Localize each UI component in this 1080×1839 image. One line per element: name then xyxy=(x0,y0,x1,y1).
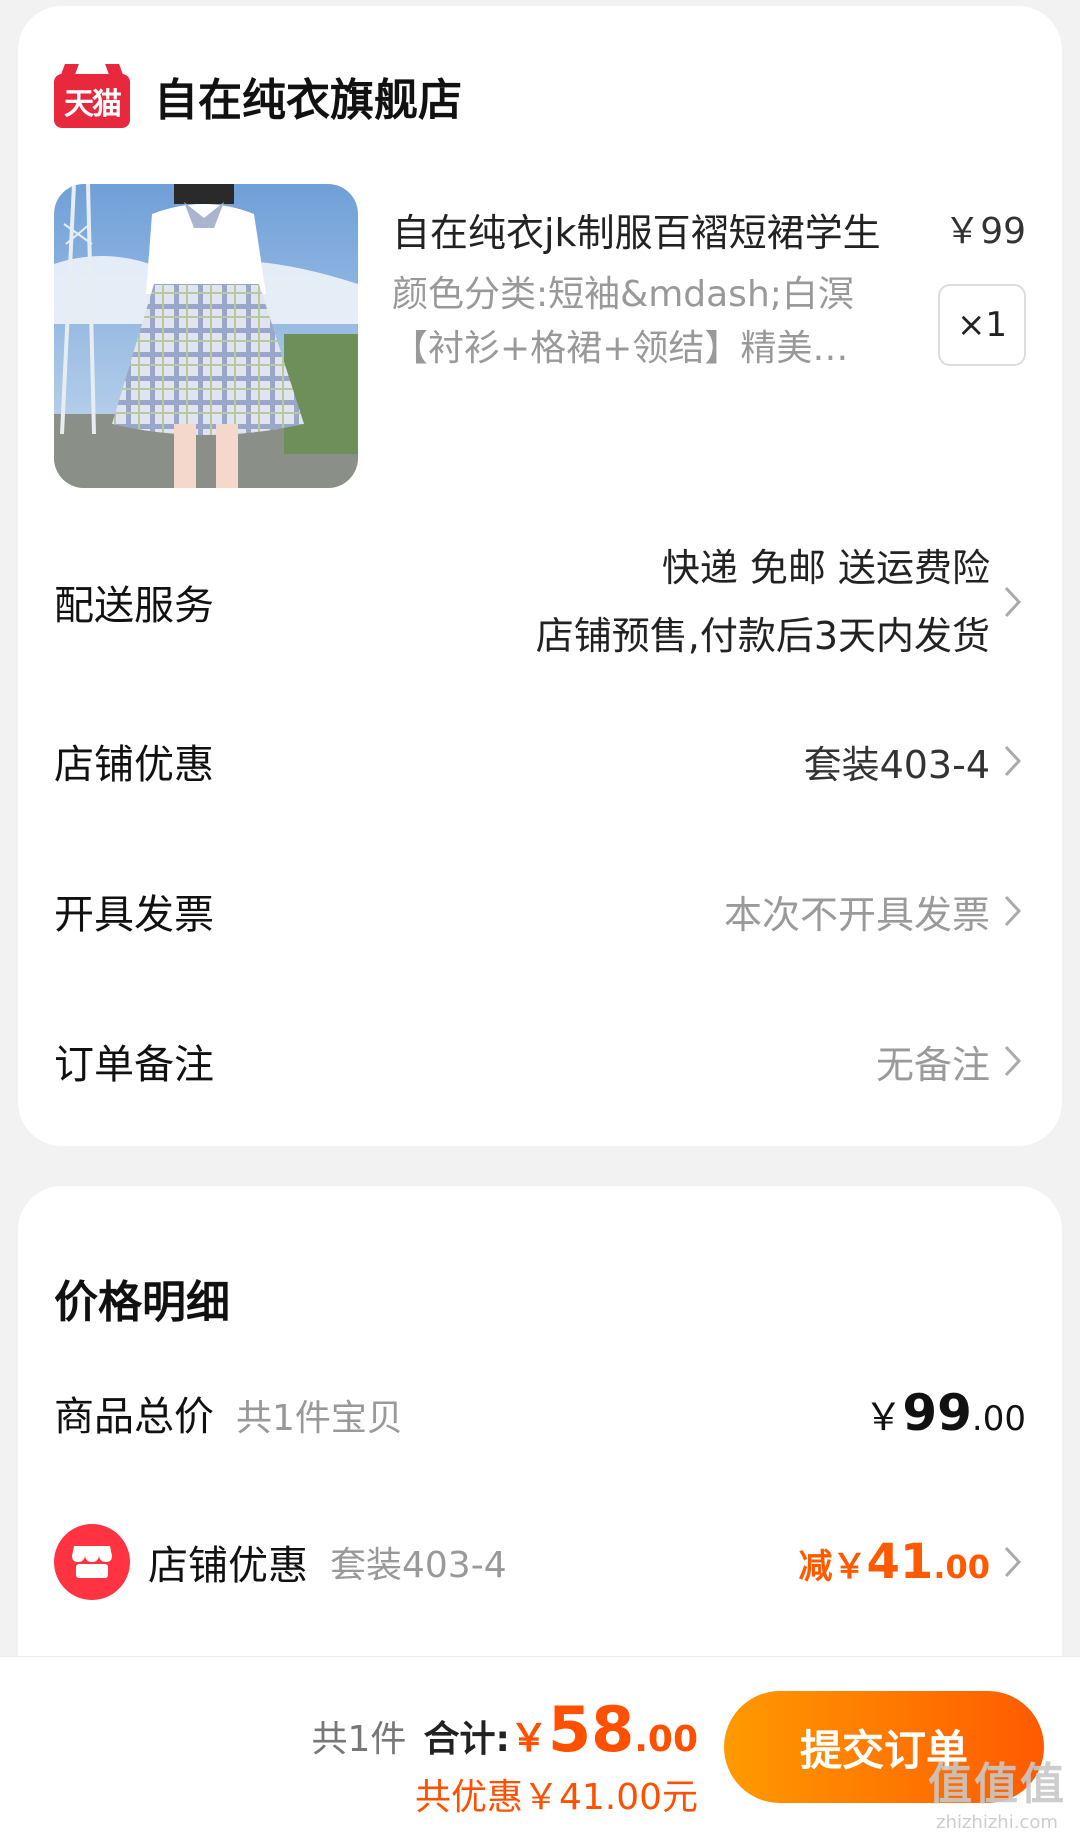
product-title[interactable]: 自在纯衣jk制服百褶短裙学生 xyxy=(392,202,881,257)
item-count: 共1件 xyxy=(311,1719,407,1760)
delivery-line2: 店铺预售,付款后3天内发货 xyxy=(535,614,990,658)
chevron-right-icon xyxy=(1000,1542,1026,1582)
invoice-label: 开具发票 xyxy=(54,892,214,938)
tmall-badge-text: 天猫 xyxy=(54,74,130,128)
invoice-row[interactable]: 开具发票 本次不开具发票 xyxy=(54,882,1026,940)
order-note-row[interactable]: 订单备注 无备注 xyxy=(54,1032,1026,1090)
delivery-line1: 快递 免邮 送运费险 xyxy=(661,546,990,590)
saved-amount: 共优惠￥41.00元 xyxy=(414,1777,698,1818)
total-integer: 58 xyxy=(547,1693,635,1766)
goods-count: 共1件宝贝 xyxy=(236,1398,403,1439)
watermark: 值值值 zhizhizhi.com xyxy=(928,1759,1066,1833)
delivery-row[interactable]: 配送服务 快递 免邮 送运费险 店铺预售,付款后3天内发货 xyxy=(54,534,1026,670)
store-header[interactable]: 天猫 自在纯衣旗舰店 xyxy=(54,64,462,128)
total-label: 合计: xyxy=(423,1719,510,1760)
discount-label: 店铺优惠 xyxy=(148,1543,308,1589)
total-currency: ￥ xyxy=(509,1716,548,1760)
delivery-info: 快递 免邮 送运费险 店铺预售,付款后3天内发货 xyxy=(536,534,990,670)
invoice-value: 本次不开具发票 xyxy=(723,892,990,937)
price-detail-title: 价格明细 xyxy=(54,1277,230,1328)
order-note-value: 无备注 xyxy=(875,1042,990,1087)
shop-icon xyxy=(54,1524,130,1600)
order-note-label: 订单备注 xyxy=(54,1042,214,1088)
discount-detail-row[interactable]: 店铺优惠 套装403-4 减￥41.00 xyxy=(54,1524,1026,1600)
shop-discount-row[interactable]: 店铺优惠 套装403-4 xyxy=(54,732,1026,790)
goods-total-amount: ￥99.00 xyxy=(864,1384,1026,1442)
delivery-label: 配送服务 xyxy=(54,583,214,629)
product-price: ￥99 xyxy=(944,211,1026,252)
product-sku[interactable]: 颜色分类:短袖&mdash;白溟【衬衫+格裙+领结】精美… xyxy=(392,268,872,376)
store-name[interactable]: 自在纯衣旗舰店 xyxy=(154,64,462,128)
chevron-right-icon xyxy=(1000,741,1026,781)
discount-sub: 套装403-4 xyxy=(330,1545,507,1586)
shop-discount-label: 店铺优惠 xyxy=(54,742,214,788)
shop-discount-value: 套装403-4 xyxy=(803,742,990,787)
product-image[interactable] xyxy=(54,184,358,488)
goods-total-label: 商品总价 xyxy=(54,1394,214,1440)
chevron-right-icon xyxy=(1000,1041,1026,1081)
total-decimal: .00 xyxy=(634,1719,698,1760)
checkout-bar: 共1件 合计:￥58.00 共优惠￥41.00元 提交订单 值值值 zhizhi… xyxy=(0,1656,1080,1839)
discount-amount: 减￥41.00 xyxy=(798,1534,990,1590)
chevron-right-icon xyxy=(1000,582,1026,622)
order-card: 天猫 自在纯衣旗舰店 自在纯衣jk制服百褶短裙学生 ￥99 颜色分类:短袖&md… xyxy=(18,6,1062,1146)
tmall-logo: 天猫 xyxy=(54,64,130,128)
order-summary: 共1件 合计:￥58.00 共优惠￥41.00元 xyxy=(312,1693,698,1820)
chevron-right-icon xyxy=(1000,891,1026,931)
goods-total-row: 商品总价 共1件宝贝 ￥99.00 xyxy=(54,1384,1026,1442)
quantity-box[interactable]: ×1 xyxy=(938,284,1026,366)
